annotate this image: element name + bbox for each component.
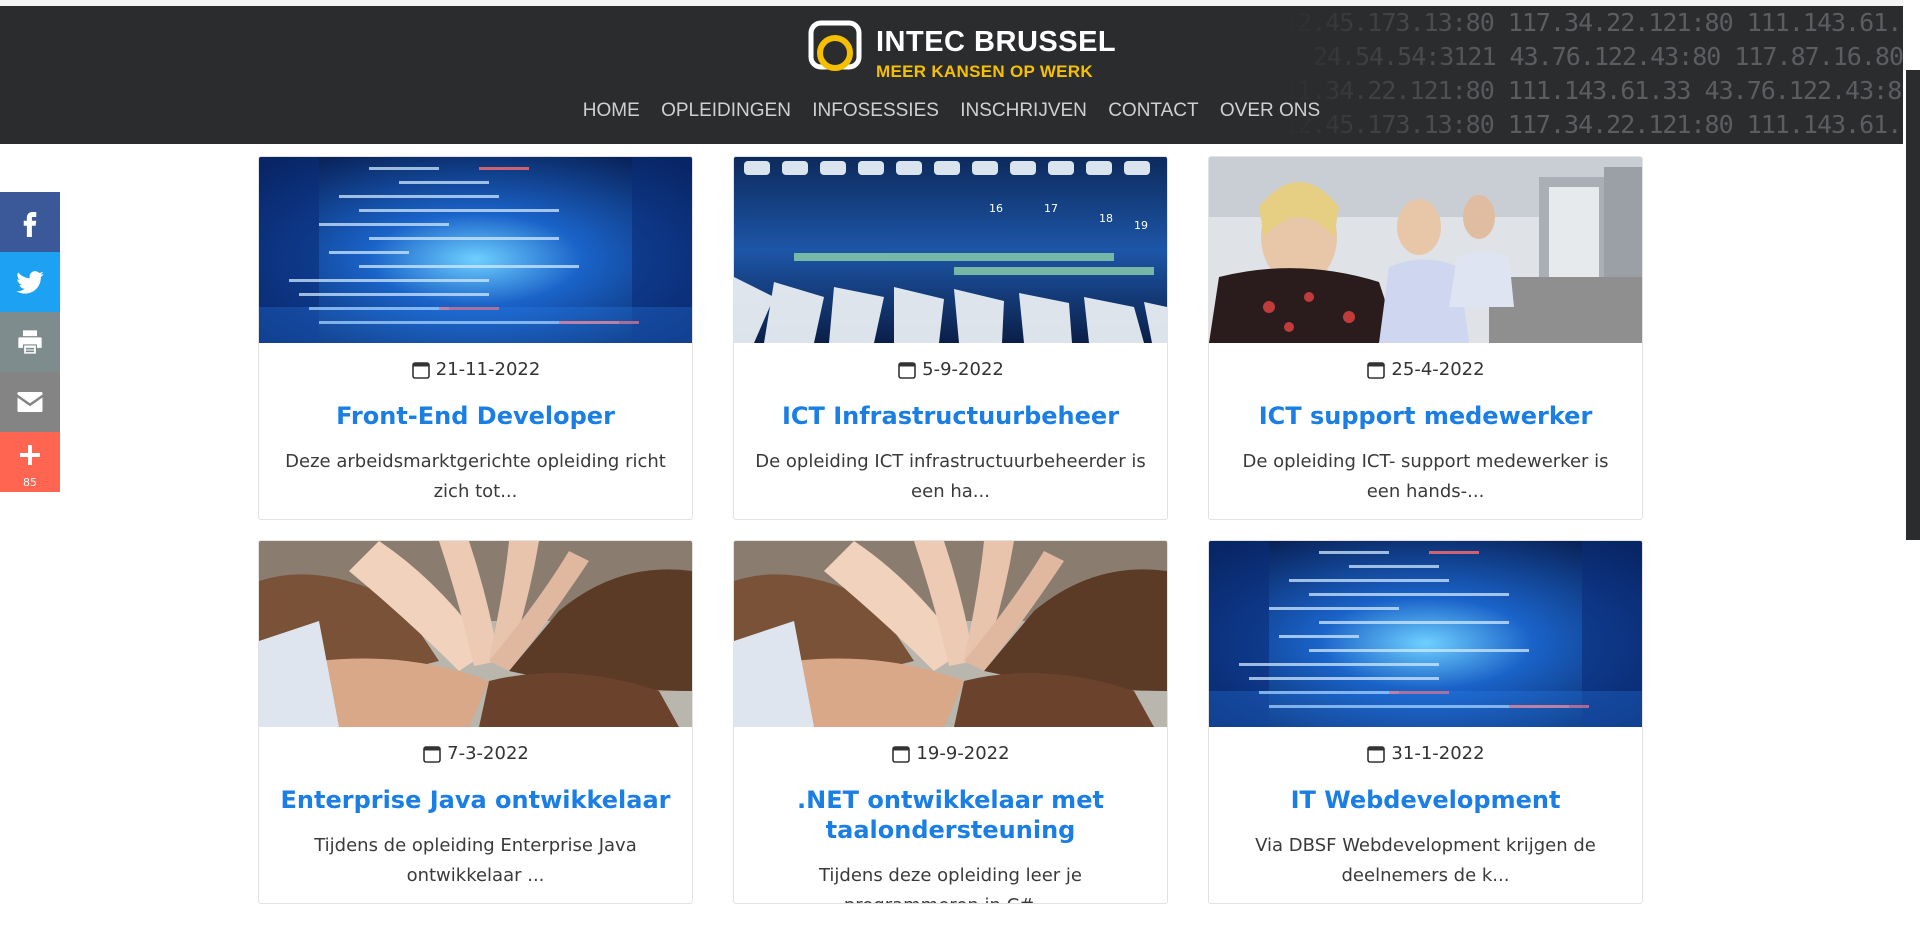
course-image-code[interactable] [1209,541,1642,727]
site-header: 12.45.173.13:80 117.34.22.121:80 111.143… [0,6,1903,144]
calendar-icon [1367,745,1386,763]
course-image-code[interactable] [259,157,692,343]
nav-opleidingen[interactable]: OPLEIDINGEN [661,100,791,122]
ip-line: 12.45.173.13:80 117.34.22.121:80 111.143… [1283,8,1903,37]
share-print-button[interactable] [0,312,60,372]
card-description: De opleiding ICT infrastructuurbeheerder… [755,451,1146,502]
card-title-link[interactable]: Enterprise Java ontwikkelaar [279,785,672,815]
plus-icon [20,445,40,465]
card-date: 31-1-2022 [1209,743,1642,764]
ip-address-background: 12.45.173.13:80 117.34.22.121:80 111.143… [1283,6,1903,144]
share-more-button[interactable]: 85 [0,432,60,492]
nav-infosessies[interactable]: INFOSESSIES [812,100,939,122]
svg-text:17: 17 [1044,202,1058,215]
logo-subtitle: MEER KANSEN OP WERK [876,62,1093,81]
card-title-link[interactable]: IT Webdevelopment [1229,785,1622,815]
card-date: 19-9-2022 [734,743,1167,764]
logo-icon [808,20,862,71]
card-description: Deze arbeidsmarktgerichte opleiding rich… [285,451,666,502]
nav-home[interactable]: HOME [583,100,640,122]
card-title-link[interactable]: .NET ontwikkelaar met taalondersteuning [754,785,1147,845]
card-date-text: 7-3-2022 [447,743,529,764]
course-image-hands[interactable] [259,541,692,727]
nav-contact[interactable]: CONTACT [1108,100,1198,122]
card-description: De opleiding ICT- support medewerker is … [1242,451,1609,502]
card-description: Via DBSF Webdevelopment krijgen de deeln… [1255,835,1596,886]
card-title-link[interactable]: ICT support medewerker [1229,401,1622,431]
course-image-hands[interactable] [734,541,1167,727]
course-card[interactable]: 21-11-2022 Front-End Developer Deze arbe… [258,156,693,520]
course-card[interactable]: 25-4-2022 ICT support medewerker De ople… [1208,156,1643,520]
ip-line: 24.54.54:3121 43.76.122.43:80 117.87.16.… [1312,42,1903,71]
calendar-icon [423,745,441,763]
calendar-icon [892,745,911,763]
svg-text:19: 19 [1134,219,1148,232]
nav-inschrijven[interactable]: INSCHRIJVEN [960,100,1087,122]
card-date-text: 31-1-2022 [1391,743,1485,764]
card-date: 21-11-2022 [259,359,692,380]
card-title-link[interactable]: Front-End Developer [279,401,672,431]
share-sidebar: 85 [0,192,60,492]
card-date-text: 19-9-2022 [916,743,1010,764]
card-date: 25-4-2022 [1209,359,1642,380]
course-image-support[interactable] [1209,157,1642,343]
calendar-icon [898,361,916,379]
nav-over-ons[interactable]: OVER ONS [1220,100,1320,122]
course-card[interactable]: 16 17 18 19 5-9-2022 ICT Infrastructuurbehe… [733,156,1168,520]
share-email-button[interactable] [0,372,60,432]
course-card[interactable]: 19-9-2022 .NET ontwikkelaar met taalonde… [733,540,1168,904]
card-date: 7-3-2022 [259,743,692,764]
email-icon [17,392,43,412]
course-image-network[interactable]: 16 17 18 19 [734,157,1167,343]
scrollbar-thumb[interactable] [1906,70,1920,540]
card-title-link[interactable]: ICT Infrastructuurbeheer [754,401,1147,431]
svg-text:16: 16 [989,202,1003,215]
main-nav: HOME OPLEIDINGEN INFOSESSIES INSCHRIJVEN… [0,100,1903,122]
share-twitter-button[interactable] [0,252,60,312]
share-facebook-button[interactable] [0,192,60,252]
card-description: Tijdens de opleiding Enterprise Java ont… [314,835,637,886]
site-logo[interactable]: INTEC BRUSSEL MEER KANSEN OP WERK [808,20,1116,81]
card-date-text: 5-9-2022 [922,359,1004,380]
share-count: 85 [23,476,37,489]
facebook-icon [23,212,37,237]
course-card[interactable]: 31-1-2022 IT Webdevelopment Via DBSF Web… [1208,540,1643,904]
calendar-icon [411,361,430,379]
svg-text:18: 18 [1099,212,1113,225]
card-description: Tijdens deze opleiding leer je programme… [818,865,1083,903]
print-icon [18,330,42,354]
course-card[interactable]: 7-3-2022 Enterprise Java ontwikkelaar Ti… [258,540,693,904]
card-date-text: 25-4-2022 [1391,359,1485,380]
logo-title: INTEC BRUSSEL [876,26,1117,58]
card-date-text: 21-11-2022 [435,359,541,380]
card-date: 5-9-2022 [734,359,1167,380]
calendar-icon [1367,361,1386,379]
twitter-icon [16,271,44,294]
